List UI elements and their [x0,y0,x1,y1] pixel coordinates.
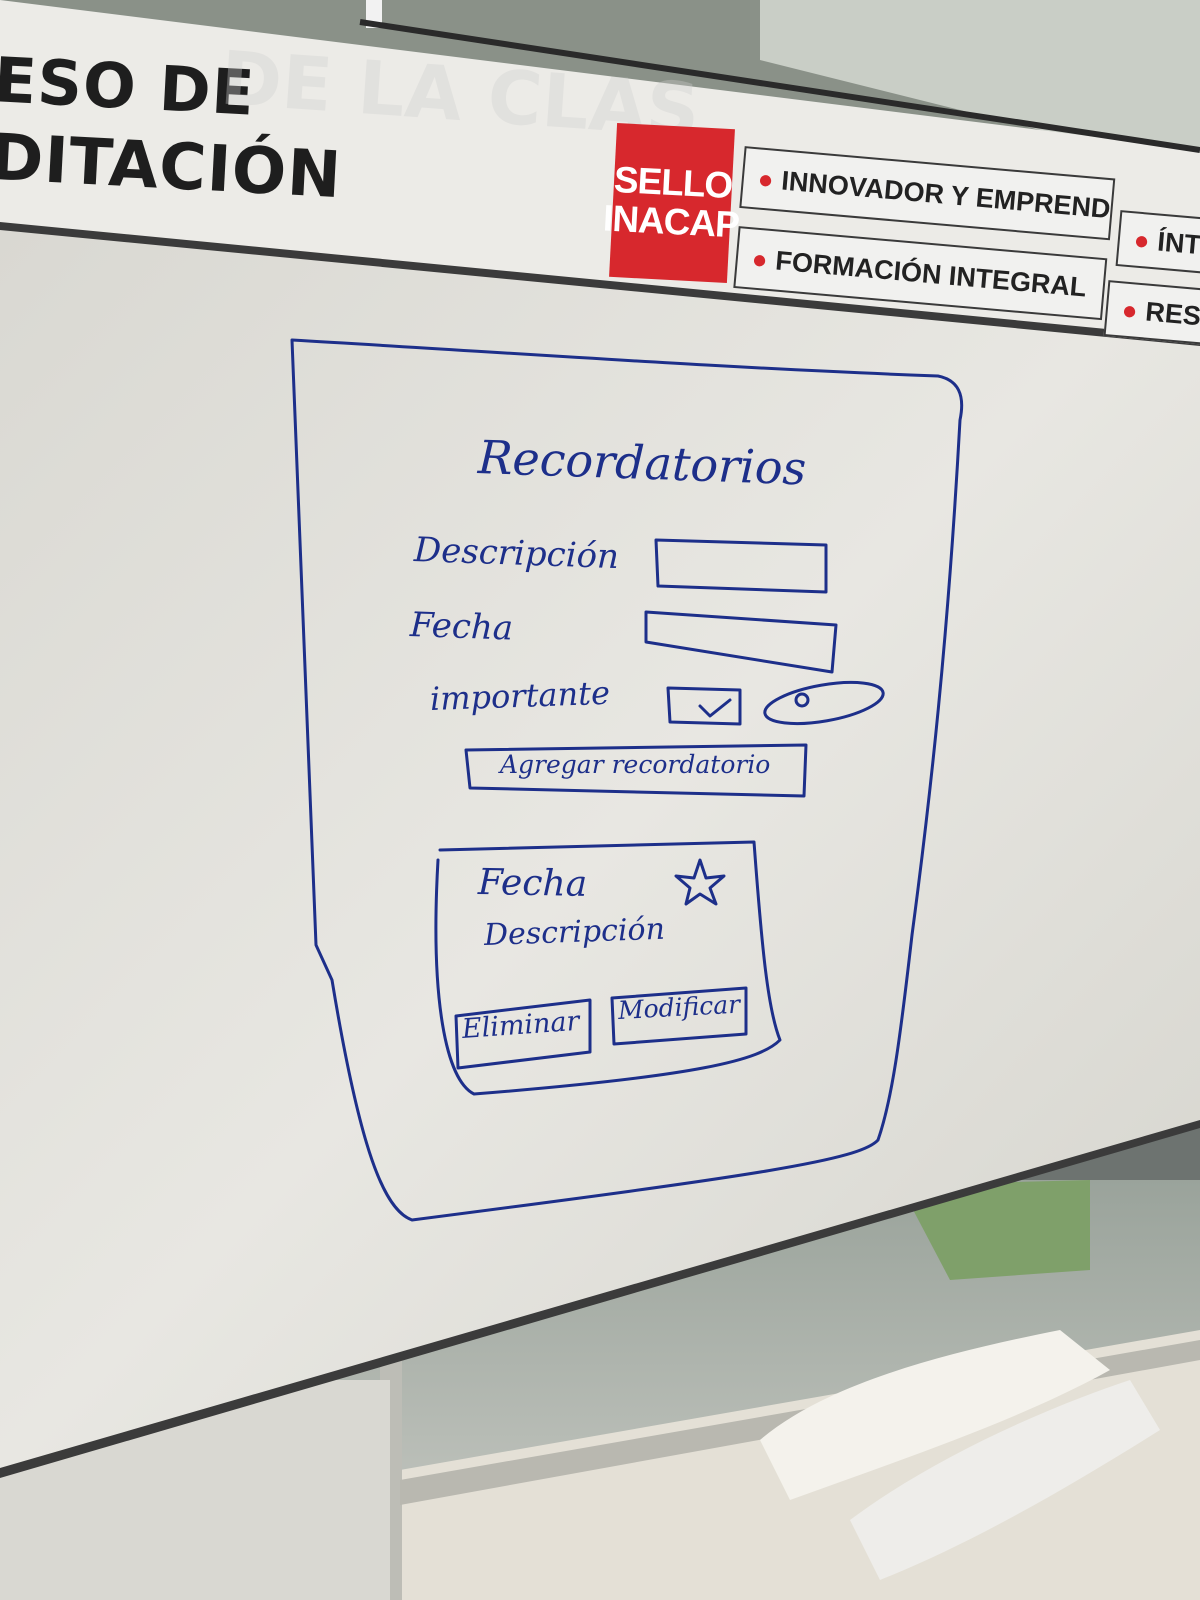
sello-line-2: INACAP [602,197,740,246]
label-date: Fecha [409,605,514,649]
red-bullet-icon: ● [1120,293,1139,326]
card-description: Descripción [483,911,666,953]
label-important: importante [429,673,611,718]
pill-integridad-label: ÍNTEG [1156,226,1200,264]
card-date: Fecha [477,862,588,905]
add-reminder-label: Agregar recordatorio [500,750,771,779]
sello-inacap-logo: SELLO INACAP [602,123,740,283]
pill-integridad: ● ÍNTEG [1115,210,1200,275]
background-svg [0,0,1200,1600]
red-bullet-icon: ● [750,242,769,275]
pill-responsabilidad-label: RESPO [1144,296,1200,335]
pill-responsabilidad: ● RESPO [1103,280,1200,345]
red-bullet-icon: ● [756,162,775,195]
pill-formacion-label: FORMACIÓN INTEGRAL [774,245,1088,303]
red-bullet-icon: ● [1132,223,1151,256]
label-description: Descripción [413,530,620,578]
sketch-title: Recordatorios [477,430,808,496]
photo-scene: ESO DE DITACIÓN DE LA CLAS SELLO INACAP … [0,0,1200,1600]
